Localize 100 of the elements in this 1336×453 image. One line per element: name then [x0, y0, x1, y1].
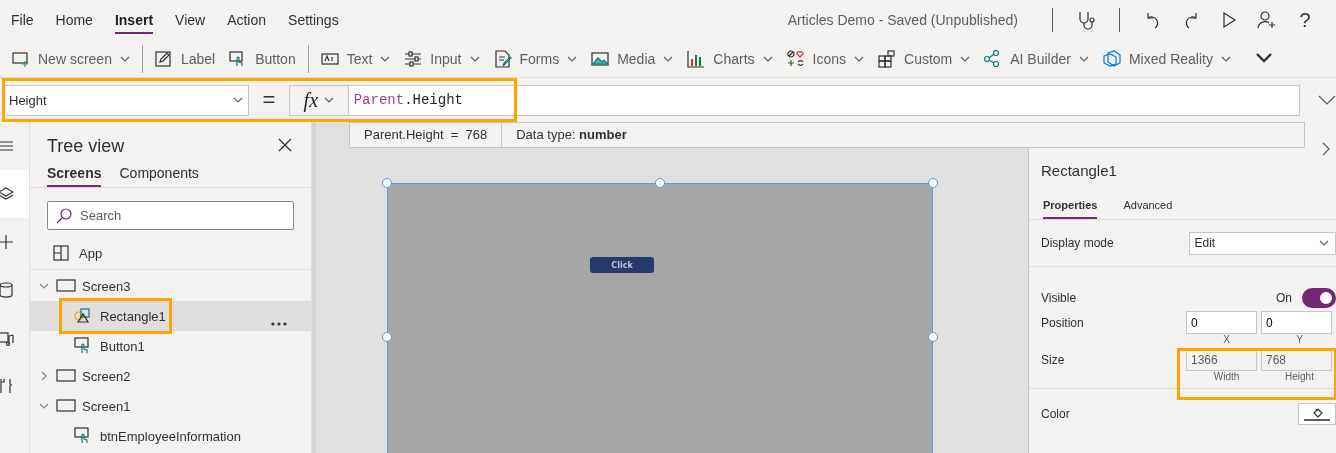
property-label: Position — [1041, 315, 1085, 330]
property-label: Color — [1041, 407, 1071, 421]
function-button[interactable]: fx — [288, 84, 348, 116]
menu-item[interactable]: Action — [216, 0, 278, 40]
toolbar-button[interactable]: Icons — [784, 43, 876, 74]
toolbar-button[interactable]: New screen — [10, 44, 143, 73]
toolbar-button[interactable]: Forms — [491, 43, 590, 74]
search-field[interactable]: Search — [47, 201, 294, 230]
field-caption: Width — [1212, 371, 1241, 382]
chevron-down-icon — [567, 55, 578, 62]
tree-item[interactable]: Screen1 — [30, 391, 311, 421]
pencil-icon — [154, 49, 173, 68]
sliders-icon — [404, 49, 423, 68]
equals-sign: = — [261, 87, 277, 113]
database-icon — [0, 282, 14, 298]
chevron-down-icon — [762, 55, 773, 62]
toolbar-button[interactable]: Custom — [876, 43, 983, 74]
close-icon — [278, 137, 292, 152]
chevron-down-icon — [1078, 55, 1089, 62]
resize-handle[interactable] — [382, 178, 392, 188]
menu-item[interactable]: Home — [44, 0, 104, 40]
toolbar-button[interactable]: Charts — [685, 43, 785, 74]
formula-field[interactable]: Parent.Height — [347, 84, 1300, 116]
stethoscope-icon — [1076, 10, 1096, 30]
color-picker-button[interactable] — [1298, 403, 1336, 425]
tools-icon — [0, 378, 14, 394]
toolbar-button[interactable]: AI Builder — [982, 43, 1101, 74]
property-label: Display mode — [1041, 236, 1115, 250]
chevron-right-icon — [1322, 142, 1330, 156]
tree-item[interactable]: btnEmployeeInformation — [30, 421, 311, 451]
toolbar-button[interactable]: Text — [318, 43, 403, 74]
tab[interactable]: Screens — [47, 165, 102, 187]
panel-title: Tree view — [47, 135, 125, 157]
menu-item[interactable]: Settings — [277, 0, 350, 40]
field-caption: Height — [1284, 371, 1315, 382]
chevron-right-icon — [41, 371, 47, 381]
paint-bucket-icon — [1311, 407, 1323, 418]
y-field[interactable]: 0 — [1261, 311, 1332, 334]
x-field[interactable]: 0 — [1186, 311, 1257, 334]
toolbar-button[interactable]: Input — [402, 43, 492, 74]
caret-icon — [1319, 240, 1329, 246]
toolbar-button[interactable]: Button — [227, 44, 309, 73]
resize-handle[interactable] — [928, 332, 938, 342]
resize-handle[interactable] — [655, 178, 665, 188]
tree-item[interactable]: App — [30, 238, 311, 270]
chevron-down-icon — [1255, 51, 1273, 64]
tab[interactable]: Properties — [1043, 199, 1098, 219]
toolbar-button[interactable]: Mixed Reality — [1100, 43, 1243, 74]
help-button[interactable]: ? — [1286, 4, 1324, 36]
chevron-down-icon — [1318, 94, 1336, 105]
control-name: Rectangle1 — [1041, 162, 1117, 181]
display-mode-dropdown[interactable]: Edit — [1189, 231, 1336, 255]
property-dropdown[interactable]: Height — [3, 84, 250, 116]
chevron-down-icon — [39, 283, 49, 289]
tree-item[interactable]: Rectangle1 — [30, 301, 311, 331]
chevron-down-icon — [960, 55, 971, 62]
chevron-down-icon — [1221, 55, 1231, 62]
chevron-down-icon — [469, 55, 480, 62]
screen-icon — [56, 277, 76, 295]
rectangle-shape[interactable]: Click — [387, 183, 933, 453]
data-type-text: Data type: number — [515, 126, 628, 144]
formula-result: Parent.Height = 768 — [350, 123, 503, 147]
document-title: Articles Demo - Saved (Unpublished) — [787, 12, 1018, 28]
image-icon — [591, 49, 610, 68]
layers-icon — [0, 186, 14, 202]
tab[interactable]: Components — [119, 165, 199, 187]
add-user-icon — [1257, 10, 1277, 30]
resize-handle[interactable] — [382, 332, 392, 342]
form-icon — [493, 49, 512, 68]
plus-icon — [0, 234, 14, 250]
resize-handle[interactable] — [928, 178, 938, 188]
canvas-button[interactable]: Click — [590, 257, 654, 273]
visible-toggle[interactable] — [1301, 288, 1336, 308]
screen-icon — [56, 367, 76, 385]
property-label: Size — [1041, 352, 1066, 367]
chevron-down-icon — [380, 55, 391, 62]
new-screen-icon — [12, 49, 30, 68]
toggle-state-text: On — [1275, 291, 1292, 305]
menu-item[interactable]: View — [164, 0, 217, 40]
bar-chart-icon — [687, 49, 706, 68]
tab[interactable]: Advanced — [1123, 199, 1173, 219]
menu-item[interactable]: Insert — [103, 0, 165, 40]
toolbar-button[interactable]: Media — [589, 43, 686, 74]
chevron-down-icon — [854, 55, 864, 62]
tree-item[interactable]: Screen3 — [30, 271, 311, 301]
rail-button[interactable] — [0, 170, 29, 218]
caret-icon — [324, 97, 335, 103]
tree-item[interactable]: Button1 — [30, 331, 311, 361]
toolbar-button[interactable]: Label — [152, 43, 228, 74]
shapes-icon — [786, 49, 805, 68]
menu-item[interactable]: File — [0, 0, 45, 40]
play-icon — [1220, 11, 1238, 29]
caret-icon — [233, 97, 244, 103]
screen-icon — [56, 397, 76, 415]
grid-icon — [878, 49, 896, 68]
chevron-down-icon — [663, 55, 674, 62]
tree-item[interactable]: Screen2 — [30, 361, 311, 391]
cube-icon — [1102, 49, 1121, 68]
menu-icon — [0, 138, 14, 154]
chevron-down-icon — [119, 55, 130, 62]
